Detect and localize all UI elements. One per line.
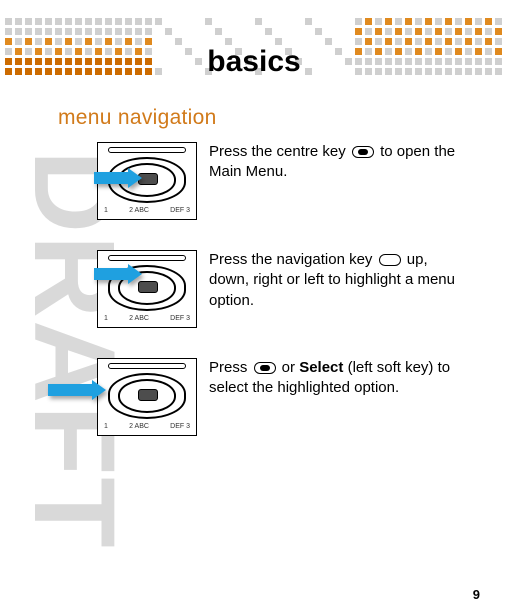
- step-item: 1 2 ABC DEF 3 Press or Select (left soft…: [97, 358, 458, 436]
- centre-key-icon: [352, 146, 374, 158]
- keypad-label: 2 ABC: [129, 315, 149, 325]
- pointer-arrow-icon: [94, 172, 130, 184]
- steps-list: 1 2 ABC DEF 3 Press the centre key to op…: [97, 142, 458, 466]
- step-text: Press the centre key to open the Main Me…: [209, 142, 458, 183]
- keypad-label: DEF 3: [170, 423, 190, 433]
- page-title: basics: [0, 45, 508, 79]
- keypad-label: 2 ABC: [129, 423, 149, 433]
- section-heading: menu navigation: [58, 106, 217, 130]
- phone-illustration: 1 2 ABC DEF 3: [97, 358, 197, 436]
- phone-illustration: 1 2 ABC DEF 3: [97, 142, 197, 220]
- text-fragment: Press: [209, 359, 252, 376]
- text-fragment: Press the centre key: [209, 143, 350, 160]
- step-item: 1 2 ABC DEF 3 Press the navigation key u…: [97, 250, 458, 328]
- phone-illustration: 1 2 ABC DEF 3: [97, 250, 197, 328]
- keypad-label: 1: [104, 207, 108, 217]
- page-number: 9: [473, 587, 480, 602]
- keypad-label: DEF 3: [170, 207, 190, 217]
- keypad-label: DEF 3: [170, 315, 190, 325]
- select-softkey-label: Select: [299, 359, 343, 376]
- keypad-label: 2 ABC: [129, 207, 149, 217]
- text-fragment: or: [278, 359, 300, 376]
- step-text: Press the navigation key up, down, right…: [209, 250, 458, 311]
- text-fragment: Press the navigation key: [209, 251, 377, 268]
- keypad-label: 1: [104, 315, 108, 325]
- pointer-arrow-icon: [94, 268, 130, 280]
- keypad-label: 1: [104, 423, 108, 433]
- navigation-key-icon: [379, 254, 401, 266]
- step-text: Press or Select (left soft key) to selec…: [209, 358, 458, 399]
- centre-key-icon: [254, 362, 276, 374]
- step-item: 1 2 ABC DEF 3 Press the centre key to op…: [97, 142, 458, 220]
- pointer-arrow-icon: [48, 384, 94, 396]
